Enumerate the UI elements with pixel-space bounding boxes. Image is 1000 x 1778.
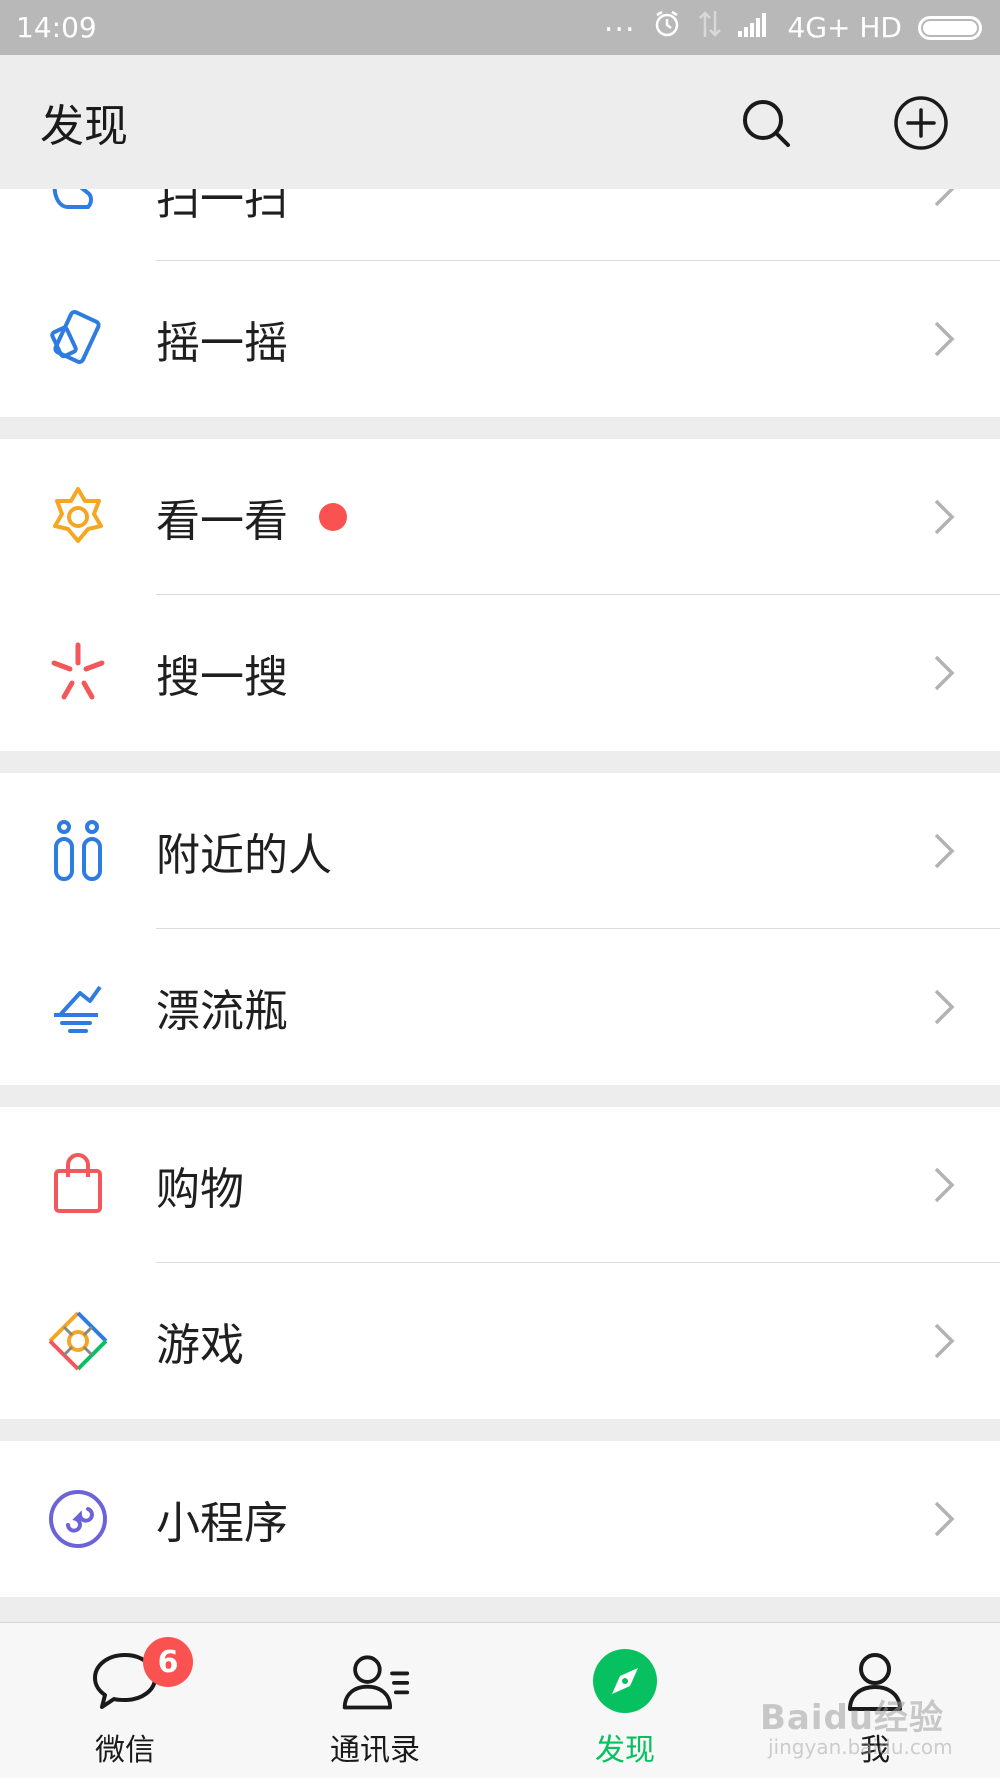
list-item-mini-programs[interactable]: 小程序 <box>0 1441 1000 1597</box>
unread-dot <box>319 503 347 531</box>
tab-label: 发现 <box>595 1733 655 1768</box>
status-bar: 14:09 ... 4G+ HD <box>0 0 1000 55</box>
chevron-right-icon <box>934 1323 955 1359</box>
list-group-social: 附近的人 漂流瓶 <box>0 773 1000 1085</box>
chevron-right-icon <box>934 1501 955 1537</box>
network-type: 4G+ HD <box>787 11 903 44</box>
chevron-right-icon <box>934 189 955 207</box>
shopping-bag-icon <box>46 1153 110 1217</box>
games-icon <box>46 1309 110 1373</box>
alarm-icon <box>652 9 682 46</box>
contacts-icon <box>339 1645 411 1717</box>
search-star-icon <box>46 641 110 705</box>
list-item-label: 看一看 <box>156 496 288 547</box>
search-icon <box>743 100 790 147</box>
chevron-right-icon <box>934 1167 955 1203</box>
drift-bottle-icon <box>46 975 110 1039</box>
discover-list: 扫一扫 摇一摇 看一看 搜一搜 附近的人 漂流瓶 购物 游戏 小程序 <box>0 189 1000 1597</box>
list-item-shake[interactable]: 摇一摇 <box>0 261 1000 417</box>
watermark-url: jingyan.baidu.com <box>768 1735 953 1759</box>
scan-icon <box>46 189 110 223</box>
chevron-right-icon <box>934 989 955 1025</box>
tab-discover[interactable]: 发现 <box>500 1623 750 1778</box>
tab-contacts[interactable]: 通讯录 <box>250 1623 500 1778</box>
status-dots: ... <box>603 4 636 39</box>
add-button[interactable] <box>893 95 949 151</box>
signal-icon <box>737 11 772 44</box>
search-button[interactable] <box>738 95 794 151</box>
list-group-commerce: 购物 游戏 <box>0 1107 1000 1419</box>
list-item-label: 搜一搜 <box>156 652 288 703</box>
list-item-label: 摇一摇 <box>156 318 288 369</box>
tab-label: 微信 <box>95 1733 155 1768</box>
data-transfer-icon <box>698 9 722 46</box>
list-item-label: 漂流瓶 <box>156 986 288 1037</box>
battery-icon <box>918 15 982 40</box>
people-nearby-icon <box>46 819 110 883</box>
tab-label: 通讯录 <box>330 1733 420 1768</box>
list-group-mini-programs: 小程序 <box>0 1441 1000 1597</box>
list-item-top-stories[interactable]: 看一看 <box>0 439 1000 595</box>
mini-program-icon <box>46 1487 110 1551</box>
list-item-label: 购物 <box>156 1164 244 1215</box>
plus-circle-icon <box>894 96 948 150</box>
list-group-scan: 扫一扫 摇一摇 <box>0 189 1000 417</box>
discover-icon <box>589 1645 661 1717</box>
list-item-label: 附近的人 <box>156 830 332 881</box>
chevron-right-icon <box>934 499 955 535</box>
chevron-right-icon <box>934 655 955 691</box>
list-item-label: 游戏 <box>156 1320 244 1371</box>
chevron-right-icon <box>934 321 955 357</box>
unread-badge: 6 <box>143 1637 193 1687</box>
list-item-people-nearby[interactable]: 附近的人 <box>0 773 1000 929</box>
list-group-explore: 看一看 搜一搜 <box>0 439 1000 751</box>
chevron-right-icon <box>934 833 955 869</box>
shake-icon <box>46 307 110 371</box>
top-stories-icon <box>46 485 110 549</box>
list-item-label: 小程序 <box>156 1498 288 1549</box>
header-bar: 发现 <box>0 55 1000 189</box>
watermark-brand: Baidu经验 <box>760 1698 945 1738</box>
list-item-games[interactable]: 游戏 <box>0 1263 1000 1419</box>
list-item-search[interactable]: 搜一搜 <box>0 595 1000 751</box>
list-item-drift-bottle[interactable]: 漂流瓶 <box>0 929 1000 1085</box>
tab-chats[interactable]: 微信 6 <box>0 1623 250 1778</box>
list-item-shopping[interactable]: 购物 <box>0 1107 1000 1263</box>
status-icons: ... 4G+ HD <box>604 4 982 46</box>
status-time: 14:09 <box>16 11 97 44</box>
list-item-label: 扫一扫 <box>156 189 288 225</box>
list-item-scan[interactable]: 扫一扫 <box>0 189 1000 261</box>
page-title: 发现 <box>40 101 128 152</box>
